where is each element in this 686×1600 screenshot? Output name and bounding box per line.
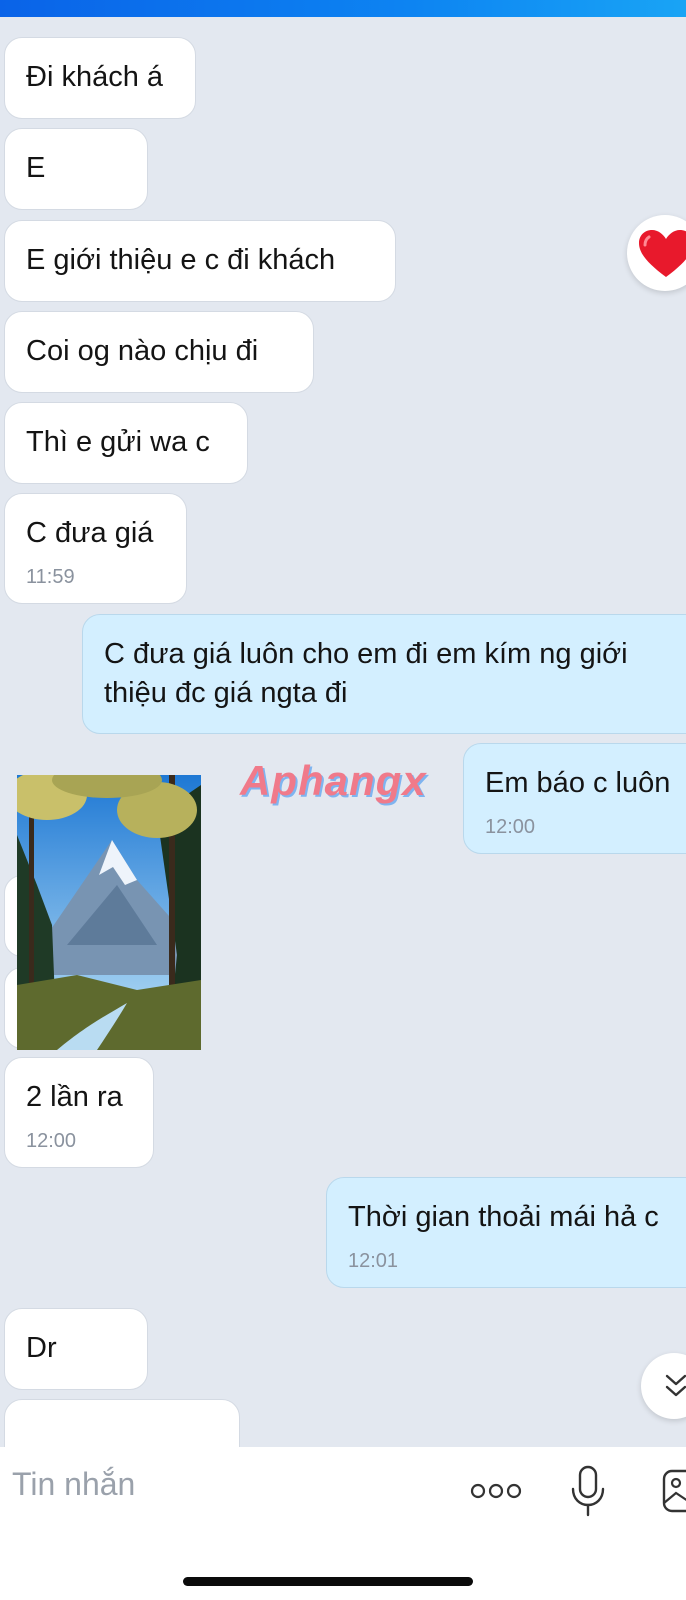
image-icon[interactable]: [662, 1469, 686, 1513]
message-bubble-incoming[interactable]: [4, 1399, 240, 1447]
message-bubble-incoming[interactable]: E giới thiệu e c đi khách: [4, 220, 396, 302]
message-bubble-incoming[interactable]: Coi og nào chịu đi: [4, 311, 314, 393]
microphone-icon[interactable]: [570, 1465, 606, 1517]
message-text: E: [26, 152, 46, 184]
message-bubble-outgoing[interactable]: C đưa giá luôn cho em đi em kím ng giới …: [82, 614, 686, 734]
message-text: Em báo c luôn: [485, 767, 671, 799]
message-input[interactable]: Tin nhắn: [12, 1466, 135, 1503]
message-text: Thì e gửi wa c: [26, 426, 210, 458]
message-list[interactable]: Đi khách á E E giới thiệu e c đi khách C…: [0, 17, 686, 1447]
message-bubble-outgoing[interactable]: Em báo c luôn 12:00: [463, 743, 686, 854]
message-bubble-incoming[interactable]: C đưa giá 11:59: [4, 493, 187, 604]
message-text: Coi og nào chịu đi: [26, 335, 259, 367]
chevron-down-icon: [665, 1374, 686, 1397]
message-text: C đưa giá luôn cho em đi em kím ng giới …: [104, 638, 628, 709]
message-bubble-incoming[interactable]: E: [4, 128, 148, 210]
message-bubble-incoming[interactable]: Đi khách á: [4, 37, 196, 119]
message-text: E giới thiệu e c đi khách: [26, 244, 336, 276]
message-composer: Tin nhắn: [0, 1447, 686, 1600]
message-timestamp: 12:00: [485, 816, 536, 838]
header-bar: [0, 0, 686, 17]
shared-image[interactable]: [17, 775, 201, 1050]
message-bubble-incoming[interactable]: 2 lần ra 12:00: [4, 1057, 154, 1168]
message-bubble-incoming[interactable]: Dr: [4, 1308, 148, 1390]
message-text: Dr: [26, 1332, 57, 1364]
message-timestamp: 12:01: [348, 1250, 399, 1272]
more-options-icon[interactable]: [470, 1481, 522, 1501]
watermark-logo: Aphangx: [240, 757, 427, 804]
heart-icon: [639, 230, 686, 277]
home-indicator: [183, 1577, 473, 1586]
message-bubble-incoming[interactable]: Thì e gửi wa c: [4, 402, 248, 484]
message-timestamp: 12:00: [26, 1130, 77, 1152]
message-text: Đi khách á: [26, 61, 164, 93]
message-text: 2 lần ra: [26, 1081, 123, 1113]
message-bubble-outgoing[interactable]: Thời gian thoải mái hả c 12:01: [326, 1177, 686, 1288]
message-text: Thời gian thoải mái hả c: [348, 1201, 659, 1233]
message-text: C đưa giá: [26, 517, 154, 549]
message-timestamp: 11:59: [26, 566, 75, 588]
